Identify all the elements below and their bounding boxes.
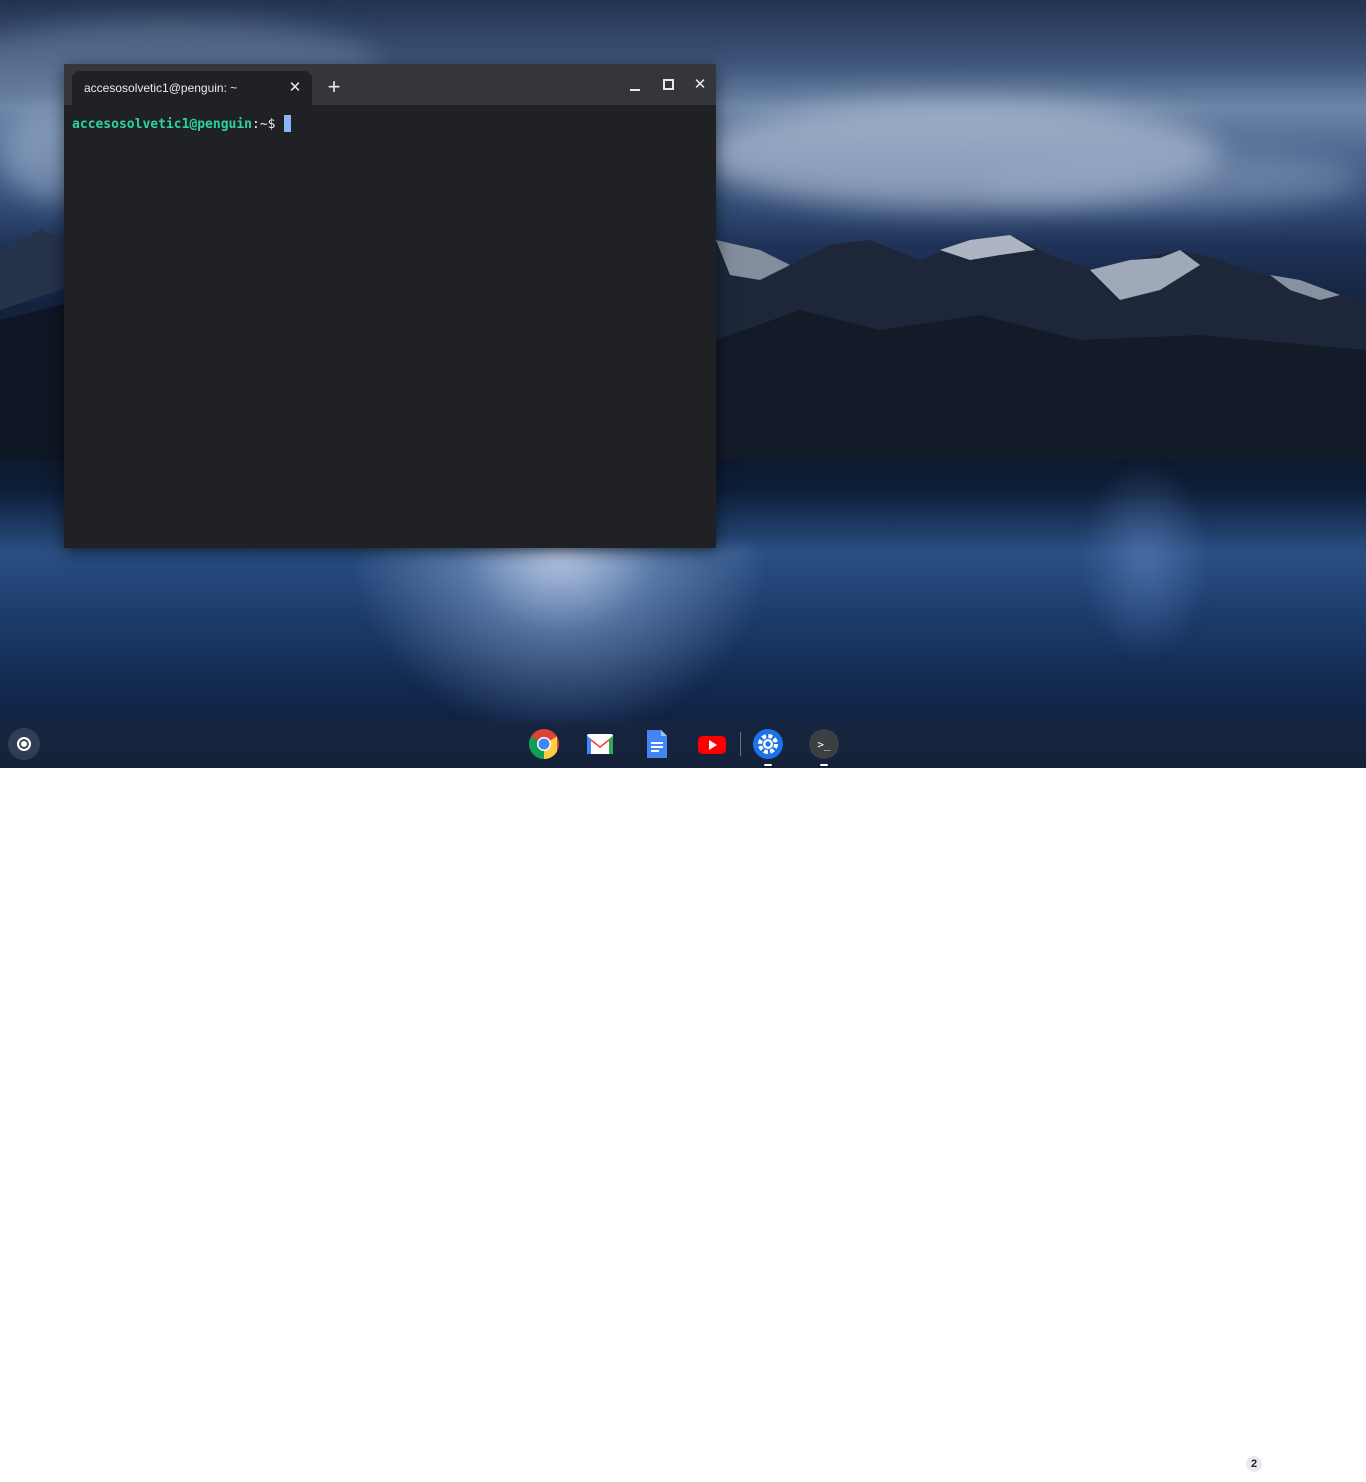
youtube-app-button[interactable] xyxy=(694,726,730,762)
chrome-icon xyxy=(528,729,559,759)
battery-icon xyxy=(1296,1455,1306,1473)
status-tray[interactable]: LA 2 12:46 xyxy=(1208,1446,1358,1482)
docs-icon xyxy=(647,730,667,758)
text-cursor xyxy=(283,115,291,132)
water-reflection xyxy=(360,545,760,725)
terminal-app-button[interactable]: >_ xyxy=(806,726,842,766)
minimize-icon xyxy=(630,89,640,91)
title-bar[interactable]: accesosolvetic1@penguin: ~ ✕ + ✕ xyxy=(64,64,716,105)
tab-title: accesosolvetic1@penguin: ~ xyxy=(84,81,238,95)
maximize-button[interactable] xyxy=(657,74,679,96)
gmail-app-button[interactable] xyxy=(582,726,618,762)
water-reflection xyxy=(1080,460,1210,660)
close-button[interactable]: ✕ xyxy=(689,74,711,96)
terminal-output[interactable]: accesosolvetic1@penguin:~$ xyxy=(64,105,716,548)
notification-count-badge[interactable]: 2 xyxy=(1246,1456,1262,1472)
running-indicator xyxy=(820,764,828,766)
tab-close-icon[interactable]: ✕ xyxy=(286,79,304,97)
shelf: >_ LA 2 12:46 xyxy=(0,720,1366,1482)
minimize-button[interactable] xyxy=(624,74,646,96)
settings-app-button[interactable] xyxy=(750,726,786,766)
youtube-icon xyxy=(698,736,726,754)
terminal-glyph: >_ xyxy=(817,738,831,751)
shelf-divider xyxy=(740,732,741,756)
wifi-icon xyxy=(1270,1456,1288,1471)
prompt-path: :~$ xyxy=(252,117,276,132)
gmail-icon xyxy=(587,734,613,754)
terminal-tab[interactable]: accesosolvetic1@penguin: ~ ✕ xyxy=(72,71,312,105)
prompt-line: accesosolvetic1@penguin:~$ xyxy=(72,115,291,132)
terminal-icon: >_ xyxy=(809,729,839,759)
prompt-user: accesosolvetic1@penguin xyxy=(72,117,253,132)
input-method-label[interactable]: LA xyxy=(1220,1456,1236,1471)
terminal-window[interactable]: accesosolvetic1@penguin: ~ ✕ + ✕ accesos… xyxy=(64,64,716,548)
launcher-icon xyxy=(17,737,31,751)
new-tab-button[interactable]: + xyxy=(322,75,346,99)
docs-app-button[interactable] xyxy=(638,726,674,762)
launcher-button[interactable] xyxy=(8,728,40,760)
cloud xyxy=(980,150,1360,210)
gear-icon xyxy=(753,729,783,759)
running-indicator xyxy=(764,764,772,766)
chrome-app-button[interactable] xyxy=(526,726,562,762)
clock: 12:46 xyxy=(1312,1456,1345,1471)
maximize-icon xyxy=(663,79,674,90)
